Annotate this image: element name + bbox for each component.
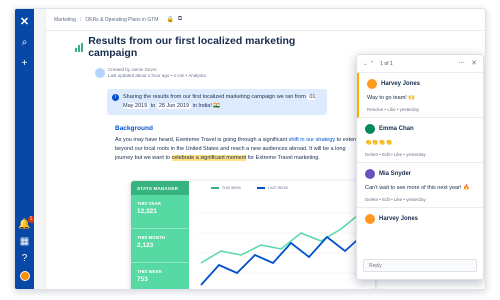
- commenter-name[interactable]: Harvey Jones: [381, 81, 420, 87]
- info-panel: i Sharing the results from our first loc…: [107, 89, 327, 115]
- comment-item: Harvey Jones: [357, 208, 483, 229]
- commenter-name[interactable]: Emma Chan: [379, 126, 414, 132]
- strategy-link[interactable]: shift in our strategy: [289, 137, 335, 143]
- restrictions-icon[interactable]: 🔒: [166, 16, 173, 23]
- page-tree-icon[interactable]: ⧉: [178, 16, 182, 23]
- series-this-week-line: [200, 210, 364, 264]
- confluence-logo-icon[interactable]: ✕: [19, 16, 31, 28]
- updated-line: Last updated about 1 hour ago • 4 min • …: [108, 73, 207, 78]
- line-chart: [197, 210, 369, 286]
- help-icon[interactable]: ?: [19, 253, 31, 265]
- legend-last-week: LAST WEEK: [257, 186, 288, 190]
- more-options-icon[interactable]: ⋯: [458, 59, 465, 67]
- series-last-week-line: [200, 232, 366, 286]
- stat-this-year: THIS YEAR 12,321: [131, 195, 189, 229]
- stat-this-month: THIS MONTH 2,123: [131, 229, 189, 263]
- comment-actions[interactable]: Resolve • Like • yesterday: [367, 107, 475, 112]
- comment-text: Way to go team! 🙌: [367, 95, 416, 101]
- commenter-name[interactable]: Harvey Jones: [379, 216, 418, 222]
- sidebar-collapse-strip[interactable]: [34, 9, 46, 289]
- background-paragraph: As you may have heard, Exetreme Travel i…: [115, 137, 360, 161]
- stats-header: STATS MANAGER: [131, 181, 189, 195]
- chevron-down-icon[interactable]: ⌄: [363, 61, 368, 67]
- app-window: ✕ ⌕ + 🔔 1 ▦ ? Marketing / OKRs & Operatin…: [14, 8, 486, 290]
- stats-panel: STATS MANAGER THIS YEAR 12,321 THIS MONT…: [131, 181, 189, 289]
- commenter-avatar[interactable]: [365, 169, 375, 179]
- commenter-avatar[interactable]: [365, 124, 375, 134]
- chart-legend: THIS WEEK LAST WEEK: [211, 186, 288, 190]
- global-sidebar: ✕ ⌕ + 🔔 1 ▦ ?: [15, 9, 35, 289]
- comment-text: Can't wait to see more of this next year…: [365, 185, 470, 191]
- dashboard-image[interactable]: STATS MANAGER THIS YEAR 12,321 THIS MONT…: [131, 181, 375, 289]
- close-icon[interactable]: ✕: [471, 59, 477, 67]
- chevron-up-icon[interactable]: ⌃: [370, 61, 375, 67]
- search-icon[interactable]: ⌕: [19, 37, 31, 49]
- page-title: Results from our first localized marketi…: [75, 35, 327, 59]
- date-lozenge-end[interactable]: 28 Jun 2019: [156, 103, 192, 109]
- author-avatar[interactable]: [95, 68, 105, 78]
- comment-actions[interactable]: Delete • Edit • Like • yesterday: [365, 152, 475, 157]
- comment-counter: 1 of 1: [380, 60, 393, 67]
- comment-item: Mia Snyder Can't wait to see more of thi…: [357, 163, 483, 208]
- top-bar: Marketing / OKRs & Operating Plans in GT…: [46, 9, 485, 31]
- reply-input[interactable]: [363, 259, 477, 272]
- background-heading: Background: [115, 125, 153, 132]
- app-switcher-icon[interactable]: ▦: [19, 236, 31, 248]
- page-content: Results from our first localized marketi…: [67, 35, 359, 163]
- comment-actions[interactable]: Delete • Edit • Like • yesterday: [365, 197, 475, 202]
- info-icon: i: [112, 94, 119, 101]
- create-plus-icon[interactable]: +: [19, 58, 31, 70]
- comment-item: Emma Chan 👏👏👏👏 Delete • Edit • Like • ye…: [357, 118, 483, 163]
- commenter-avatar[interactable]: [367, 79, 377, 89]
- comments-header: ⌄ ⌃ 1 of 1 ⋯ ✕: [357, 55, 483, 73]
- comments-panel: ⌄ ⌃ 1 of 1 ⋯ ✕ Harvey Jones Way to go te…: [356, 54, 484, 280]
- user-avatar[interactable]: [19, 271, 30, 281]
- breadcrumb-okrs[interactable]: OKRs & Operating Plans in GTM: [85, 17, 158, 23]
- byline: Created by Jamie Gevrs Last updated abou…: [95, 67, 327, 79]
- comment-item: Harvey Jones Way to go team! 🙌 Resolve •…: [357, 73, 483, 118]
- notifications-icon[interactable]: 🔔 1: [18, 216, 35, 231]
- commenter-name[interactable]: Mia Snyder: [379, 171, 411, 177]
- highlighted-text[interactable]: celebrate a significant moment: [171, 155, 247, 161]
- legend-this-week: THIS WEEK: [211, 186, 241, 190]
- commenter-avatar[interactable]: [365, 214, 375, 224]
- stat-this-week: THIS WEEK 753: [131, 263, 189, 289]
- breadcrumb-marketing[interactable]: Marketing: [54, 17, 76, 23]
- bar-chart-icon: [75, 42, 84, 52]
- comment-text: 👏👏👏👏: [365, 140, 393, 146]
